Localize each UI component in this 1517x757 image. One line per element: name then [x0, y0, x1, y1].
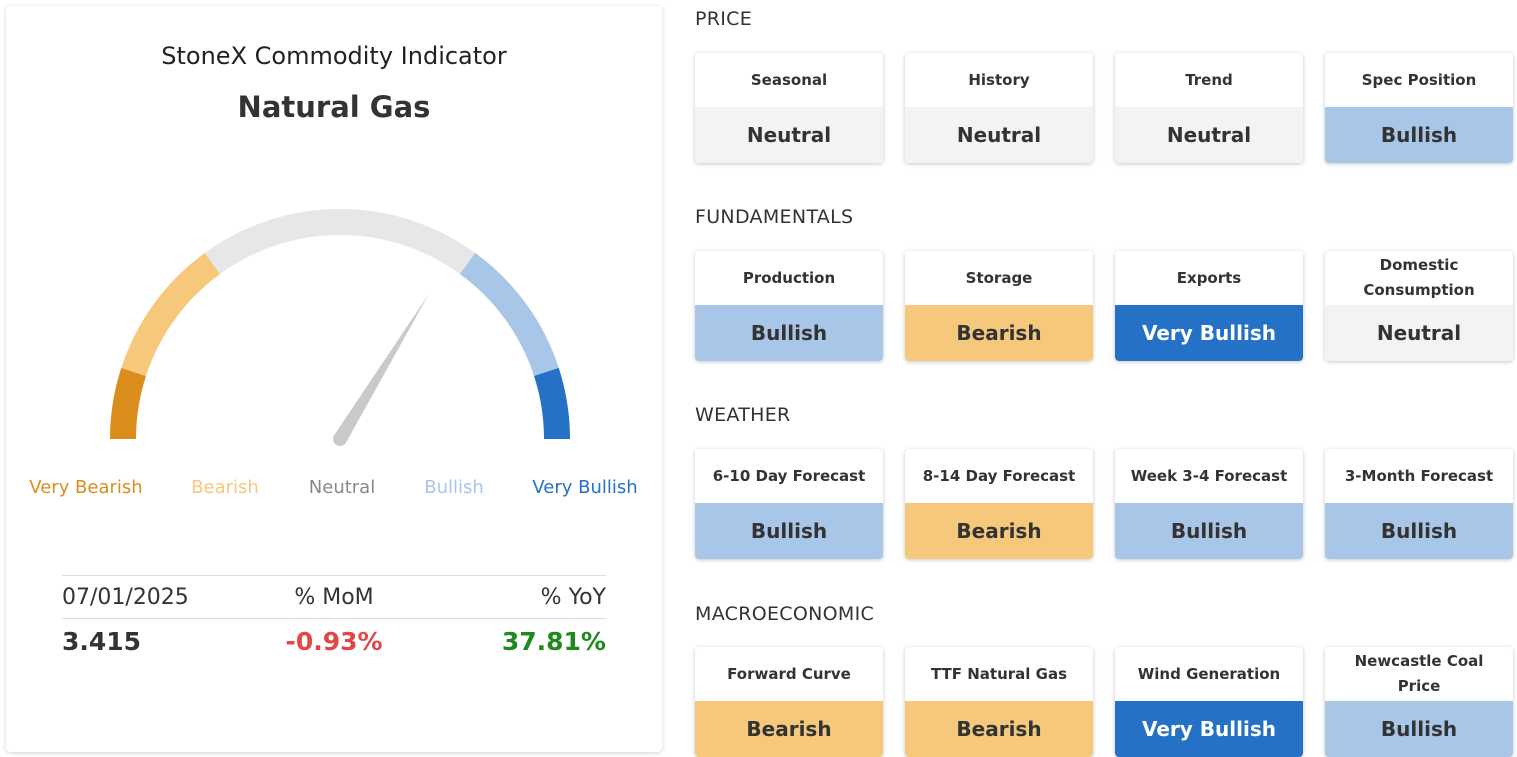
- stats-value-row: 3.415 -0.93% 37.81%: [62, 619, 606, 663]
- tile-name: Storage: [965, 268, 1033, 287]
- tile-status: Bearish: [905, 503, 1093, 559]
- stats-yoy-header: % YoY: [540, 584, 606, 610]
- tile-ttf-natural-gas[interactable]: TTF Natural Gas Bearish: [905, 647, 1093, 757]
- gauge-label-neutral: Neutral: [308, 477, 376, 498]
- stats-mom-header: % MoM: [294, 584, 374, 610]
- stats-yoy-value: 37.81%: [501, 626, 606, 656]
- tile-name: Forward Curve: [727, 664, 851, 683]
- tile-status: Bearish: [905, 305, 1093, 361]
- tile-status: Bullish: [1325, 701, 1513, 757]
- tile-status: Bearish: [695, 701, 883, 757]
- tile-newcastle-coal-price[interactable]: Newcastle Coal Price Bullish: [1325, 647, 1513, 757]
- tile-status: Bullish: [1115, 503, 1303, 559]
- tile-name: Seasonal: [750, 70, 828, 89]
- tile-status: Neutral: [695, 107, 883, 163]
- gauge-label-bullish: Bullish: [424, 477, 484, 498]
- tile-status: Bullish: [695, 305, 883, 361]
- tile-exports[interactable]: Exports Very Bullish: [1115, 251, 1303, 361]
- section-title-price: PRICE: [695, 8, 753, 30]
- tile-spec-position[interactable]: Spec Position Bullish: [1325, 53, 1513, 163]
- tile-forward-curve[interactable]: Forward Curve Bearish: [695, 647, 883, 757]
- tile-name: Wind Generation: [1137, 664, 1281, 683]
- stats-mom-value: -0.93%: [285, 626, 383, 656]
- stats-date: 07/01/2025: [62, 584, 189, 610]
- gauge-label-very-bullish: Very Bullish: [532, 477, 638, 498]
- tile-status: Bullish: [1325, 107, 1513, 163]
- gauge-label-bearish: Bearish: [191, 477, 259, 498]
- tile-name: 3-Month Forecast: [1344, 466, 1494, 485]
- tile-history[interactable]: History Neutral: [905, 53, 1093, 163]
- tile-name: 6-10 Day Forecast: [712, 466, 866, 485]
- gauge-segment-bearish: [121, 252, 221, 377]
- indicator-card: StoneX Commodity Indicator Natural Gas V…: [6, 6, 662, 752]
- tile-name: Production: [742, 268, 836, 287]
- gauge-segment-bullish: [459, 252, 559, 377]
- stats-price-value: 3.415: [62, 626, 142, 656]
- tile-3-month-forecast[interactable]: 3-Month Forecast Bullish: [1325, 449, 1513, 559]
- section-title-weather: WEATHER: [695, 404, 791, 426]
- tile-status: Neutral: [1325, 305, 1513, 361]
- tile-name: 8-14 Day Forecast: [922, 466, 1076, 485]
- tile-name: TTF Natural Gas: [930, 664, 1068, 683]
- tile-6-10-day-forecast[interactable]: 6-10 Day Forecast Bullish: [695, 449, 883, 559]
- tile-status: Very Bullish: [1115, 701, 1303, 757]
- tile-trend[interactable]: Trend Neutral: [1115, 53, 1303, 163]
- tile-status: Very Bullish: [1115, 305, 1303, 361]
- tile-production[interactable]: Production Bullish: [695, 251, 883, 361]
- section-title-fundamentals: FUNDAMENTALS: [695, 206, 854, 228]
- tile-name: Newcastle Coal Price: [1354, 652, 1484, 695]
- gauge-segment-neutral: [204, 209, 476, 275]
- tile-domestic-consumption[interactable]: Domestic Consumption Neutral: [1325, 251, 1513, 361]
- tile-seasonal[interactable]: Seasonal Neutral: [695, 53, 883, 163]
- gauge-segment-very-bearish: [110, 367, 147, 440]
- tile-name: Week 3-4 Forecast: [1130, 466, 1288, 485]
- gauge-segment-very-bullish: [533, 367, 570, 440]
- tile-wind-generation[interactable]: Wind Generation Very Bullish: [1115, 647, 1303, 757]
- tile-name: Exports: [1176, 268, 1242, 287]
- section-title-macroeconomic: MACROECONOMIC: [695, 603, 875, 625]
- gauge-needle-hub: [333, 432, 347, 446]
- gauge-label-very-bearish: Very Bearish: [29, 477, 143, 498]
- tile-status: Bullish: [695, 503, 883, 559]
- tile-storage[interactable]: Storage Bearish: [905, 251, 1093, 361]
- tile-name: Domestic Consumption: [1363, 256, 1475, 299]
- tile-status: Neutral: [1115, 107, 1303, 163]
- gauge-needle: [334, 294, 429, 443]
- price-stats: 07/01/2025 % MoM % YoY 3.415 -0.93% 37.8…: [62, 575, 606, 663]
- tile-week-3-4-forecast[interactable]: Week 3-4 Forecast Bullish: [1115, 449, 1303, 559]
- tile-status: Bullish: [1325, 503, 1513, 559]
- tile-name: Trend: [1185, 70, 1233, 89]
- tile-status: Neutral: [905, 107, 1093, 163]
- tile-status: Bearish: [905, 701, 1093, 757]
- sentiment-gauge: [110, 209, 570, 446]
- tile-name: Spec Position: [1361, 70, 1477, 89]
- tile-8-14-day-forecast[interactable]: 8-14 Day Forecast Bearish: [905, 449, 1093, 559]
- stats-header-row: 07/01/2025 % MoM % YoY: [62, 576, 606, 619]
- tile-name: History: [968, 70, 1030, 89]
